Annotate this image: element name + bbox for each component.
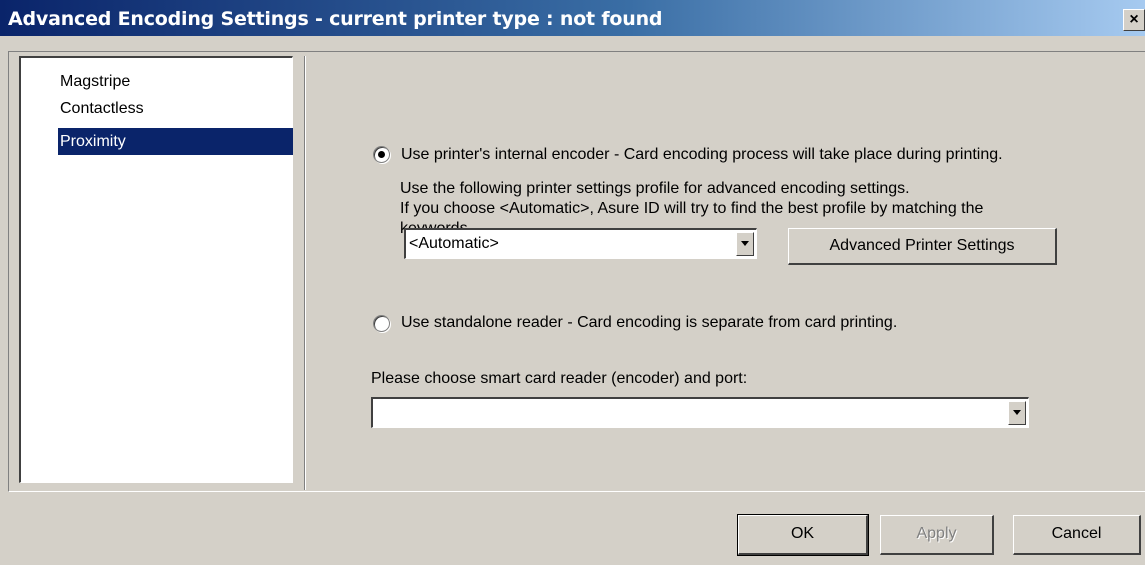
- profile-dropdown-button[interactable]: [736, 232, 754, 256]
- sidebar-item-proximity[interactable]: Proximity: [58, 128, 293, 155]
- window-title: Advanced Encoding Settings - current pri…: [8, 8, 663, 30]
- radio-checked-dot: [378, 151, 385, 158]
- chevron-down-icon: [741, 241, 749, 246]
- standalone-reader-label[interactable]: Use standalone reader - Card encoding is…: [401, 314, 897, 332]
- cancel-label: Cancel: [1051, 525, 1102, 542]
- reader-port-prompt: Please choose smart card reader (encoder…: [371, 370, 748, 387]
- printer-profile-value: <Automatic>: [409, 235, 499, 252]
- profile-description-line1: Use the following printer settings profi…: [400, 180, 910, 197]
- reader-port-select[interactable]: [371, 397, 1029, 428]
- profile-description-line2: If you choose <Automatic>, Asure ID will…: [400, 200, 984, 217]
- panel-divider: [304, 56, 306, 490]
- sidebar-item-contactless[interactable]: Contactless: [58, 95, 293, 122]
- standalone-reader-radio[interactable]: [373, 315, 390, 332]
- sidebar-item-label: Contactless: [60, 100, 144, 117]
- internal-encoder-label[interactable]: Use printer's internal encoder - Card en…: [401, 146, 1003, 164]
- close-icon: ×: [1129, 11, 1139, 28]
- cancel-button[interactable]: Cancel: [1013, 515, 1141, 555]
- title-bar: Advanced Encoding Settings - current pri…: [0, 0, 1145, 36]
- encoding-type-list[interactable]: Magstripe Contactless Proximity: [19, 56, 293, 483]
- advanced-printer-settings-button[interactable]: Advanced Printer Settings: [788, 228, 1057, 265]
- advanced-printer-settings-label: Advanced Printer Settings: [829, 237, 1015, 254]
- sidebar-item-label: Magstripe: [60, 73, 131, 90]
- apply-label: Apply: [916, 525, 957, 542]
- port-dropdown-button[interactable]: [1008, 401, 1026, 425]
- close-button[interactable]: ×: [1123, 9, 1145, 31]
- internal-encoder-radio[interactable]: [373, 146, 390, 163]
- apply-button[interactable]: Apply: [880, 515, 994, 555]
- ok-label: OK: [790, 525, 815, 542]
- sidebar-item-label: Proximity: [60, 133, 126, 150]
- chevron-down-icon: [1013, 410, 1021, 415]
- ok-button[interactable]: OK: [737, 514, 869, 556]
- printer-profile-select[interactable]: <Automatic>: [404, 228, 757, 259]
- sidebar-item-magstripe[interactable]: Magstripe: [58, 68, 293, 95]
